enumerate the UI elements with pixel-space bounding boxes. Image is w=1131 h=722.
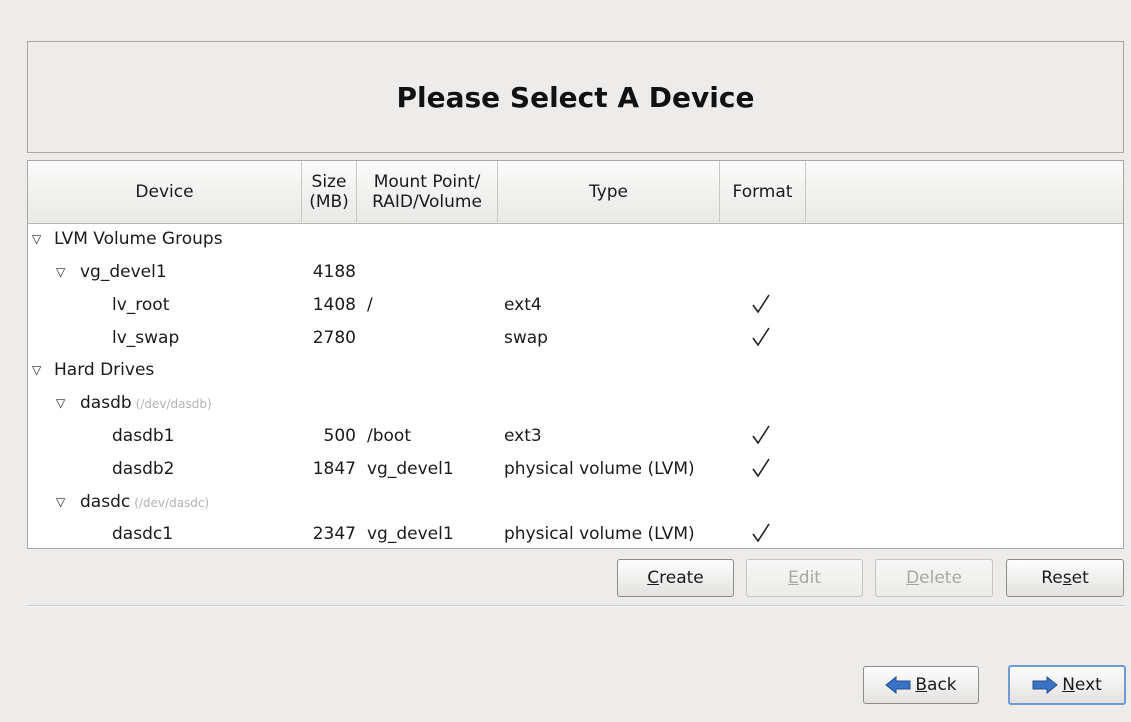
reset-mnemonic: s	[1062, 568, 1072, 588]
tree-row-hard-drives[interactable]: ▽ Hard Drives	[28, 354, 1123, 387]
size-value: 2780	[312, 328, 356, 348]
size-value: 1408	[312, 295, 356, 315]
separator	[27, 605, 1124, 607]
edit-button[interactable]: Edit	[746, 559, 863, 597]
type-value: swap	[504, 328, 548, 348]
device-label: dasdc	[80, 492, 131, 512]
tree-row-vg-devel1[interactable]: ▽ vg_devel1 4188	[28, 256, 1123, 289]
checkmark-icon	[752, 327, 770, 347]
next-arrow-icon	[1032, 676, 1058, 694]
reset-button[interactable]: Re s et	[1006, 559, 1124, 597]
device-label: lv_root	[112, 295, 170, 315]
mount-header-line1: Mount Point/	[373, 171, 481, 192]
tree-row-lv-swap[interactable]: lv_swap 2780 swap	[28, 322, 1123, 355]
delete-mnemonic: D	[906, 568, 920, 588]
reset-label-rest: et	[1071, 568, 1089, 588]
mount-header-line2: RAID/Volume	[372, 191, 482, 212]
type-value: ext3	[504, 426, 542, 446]
mount-value: vg_devel1	[367, 459, 454, 479]
tree-header: Device Size (MB) Mount Point/RAID/Volume …	[28, 161, 1123, 224]
checkmark-icon	[752, 425, 770, 445]
checkmark-icon	[752, 523, 770, 543]
type-value: ext4	[504, 295, 542, 315]
triangle-expanded-icon[interactable]: ▽	[56, 256, 70, 289]
next-button[interactable]: Next	[1008, 665, 1126, 705]
delete-label-rest: elete	[919, 568, 962, 588]
device-tree[interactable]: Device Size (MB) Mount Point/RAID/Volume …	[27, 160, 1124, 549]
device-label: LVM Volume Groups	[54, 229, 223, 249]
column-header-device[interactable]: Device	[28, 161, 302, 222]
device-label: dasdb2	[112, 459, 175, 479]
device-path: (/dev/dasdb)	[135, 397, 212, 411]
back-arrow-icon	[885, 676, 911, 694]
mount-value: vg_devel1	[367, 524, 454, 544]
tree-row-dasdb2[interactable]: dasdb2 1847 vg_devel1 physical volume (L…	[28, 453, 1123, 486]
back-label-rest: ack	[927, 675, 957, 695]
title-panel: Please Select A Device	[27, 41, 1124, 153]
mount-value: /boot	[367, 426, 411, 446]
device-label: Hard Drives	[54, 360, 155, 380]
triangle-expanded-icon[interactable]: ▽	[56, 387, 70, 420]
tree-row-dasdc1[interactable]: dasdc1 2347 vg_devel1 physical volume (L…	[28, 518, 1123, 548]
page-title: Please Select A Device	[396, 80, 755, 114]
device-label: lv_swap	[112, 328, 180, 348]
tree-row-dasdb[interactable]: ▽ dasdb (/dev/dasdb)	[28, 387, 1123, 420]
type-value: physical volume (LVM)	[504, 524, 695, 544]
size-header-line2: (MB)	[309, 191, 349, 212]
size-value: 1847	[312, 459, 356, 479]
size-value: 4188	[312, 262, 356, 282]
tree-row-lvm-volume-groups[interactable]: ▽ LVM Volume Groups	[28, 223, 1123, 256]
create-label-rest: reate	[659, 568, 704, 588]
mount-value: /	[367, 295, 373, 315]
reset-label-pre: Re	[1041, 568, 1063, 588]
size-value: 500	[323, 426, 356, 446]
tree-row-lv-root[interactable]: lv_root 1408 / ext4	[28, 289, 1123, 322]
column-header-format[interactable]: Format	[720, 161, 806, 222]
checkmark-icon	[752, 294, 770, 314]
column-header-mount[interactable]: Mount Point/RAID/Volume	[357, 161, 498, 222]
tree-row-dasdb1[interactable]: dasdb1 500 /boot ext3	[28, 420, 1123, 453]
tree-row-dasdc[interactable]: ▽ dasdc (/dev/dasdc)	[28, 486, 1123, 519]
device-label: dasdb1	[112, 426, 175, 446]
triangle-expanded-icon[interactable]: ▽	[32, 223, 46, 256]
type-value: physical volume (LVM)	[504, 459, 695, 479]
device-label: vg_devel1	[80, 262, 167, 282]
back-button[interactable]: Back	[863, 666, 979, 704]
back-mnemonic: B	[915, 675, 928, 695]
create-mnemonic: C	[647, 568, 660, 588]
size-header-line1: Size	[311, 171, 347, 192]
edit-mnemonic: E	[788, 568, 799, 588]
triangle-expanded-icon[interactable]: ▽	[56, 486, 70, 519]
next-mnemonic: N	[1062, 675, 1075, 695]
column-header-type[interactable]: Type	[498, 161, 720, 222]
next-label-rest: ext	[1074, 675, 1102, 695]
triangle-expanded-icon[interactable]: ▽	[32, 354, 46, 387]
device-path: (/dev/dasdc)	[134, 496, 210, 510]
device-label: dasdb	[80, 393, 132, 413]
column-header-size[interactable]: Size (MB)	[302, 161, 357, 222]
checkmark-icon	[752, 458, 770, 478]
delete-button[interactable]: Delete	[875, 559, 993, 597]
create-button[interactable]: Create	[617, 559, 734, 597]
size-value: 2347	[312, 524, 356, 544]
device-label: dasdc1	[112, 524, 174, 544]
edit-label-rest: dit	[798, 568, 821, 588]
